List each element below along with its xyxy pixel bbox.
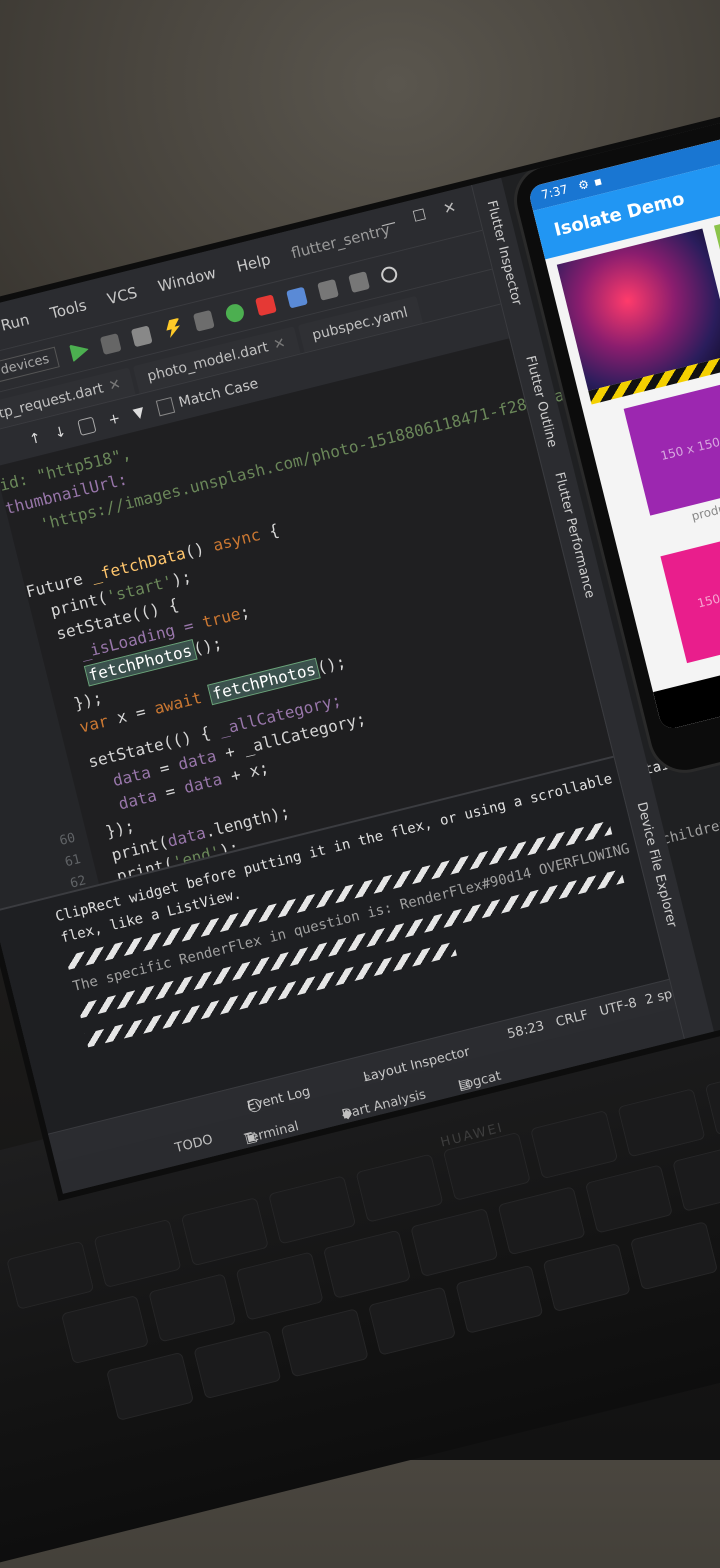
close-button[interactable]: ✕ (441, 198, 458, 219)
avd-manager-icon[interactable] (348, 270, 371, 293)
code-token: = (148, 755, 181, 781)
code-token: true (200, 604, 243, 632)
key (355, 1153, 444, 1223)
menu-run[interactable]: Run (0, 310, 31, 334)
notification-icon: ▪ (592, 173, 604, 190)
key (497, 1186, 586, 1256)
code-token: ); (170, 566, 194, 590)
code-token-highlighted: fetchPhotos (207, 656, 321, 707)
key (704, 1066, 720, 1136)
add-selection-icon[interactable]: + (107, 410, 122, 428)
line-number: 61 (63, 851, 83, 871)
menu-window[interactable]: Window (156, 264, 218, 296)
key (672, 1142, 720, 1212)
arrow-down-icon[interactable]: ↓ (53, 423, 68, 441)
code-token: async (210, 524, 263, 555)
key (455, 1264, 544, 1334)
code-token: { (257, 520, 281, 544)
key (367, 1286, 457, 1356)
key (268, 1175, 357, 1245)
sdk-manager-icon[interactable] (317, 278, 340, 301)
code-token: await (152, 687, 204, 718)
code-token: data (181, 769, 224, 798)
gear-icon: ⚙ (576, 176, 591, 194)
key (629, 1221, 719, 1291)
clock: 7:37 (539, 182, 570, 203)
key (584, 1164, 674, 1234)
key (148, 1273, 237, 1343)
key (617, 1088, 706, 1158)
key (235, 1251, 324, 1321)
menu-tools[interactable]: Tools (48, 296, 88, 322)
hot-reload-icon[interactable] (162, 317, 184, 339)
arrow-up-icon[interactable]: ↑ (28, 429, 43, 447)
key (280, 1308, 369, 1378)
code-token: (); (315, 651, 348, 678)
close-icon[interactable]: ✕ (107, 376, 122, 394)
product-tile[interactable]: 150 x 150 (623, 382, 720, 516)
search-icon[interactable] (379, 264, 400, 284)
file-encoding[interactable]: UTF-8 (598, 996, 638, 1020)
line-number: 60 (58, 830, 77, 849)
close-icon[interactable]: ✕ (272, 335, 287, 353)
debug-icon[interactable] (100, 332, 122, 355)
key (530, 1109, 619, 1180)
maximize-button[interactable]: ☐ (411, 205, 428, 226)
key (322, 1229, 412, 1299)
android-icon[interactable] (224, 301, 247, 324)
key (180, 1197, 269, 1267)
code-token: .length); (202, 801, 292, 842)
code-token: () (182, 536, 216, 562)
key (542, 1242, 631, 1313)
code-token: x = (105, 699, 157, 730)
minimize-button[interactable]: — (379, 213, 398, 234)
run-icon[interactable] (69, 340, 91, 362)
menu-help[interactable]: Help (235, 250, 273, 276)
code-token: (); (191, 633, 224, 659)
code-token: = (153, 778, 187, 805)
menu-vcs[interactable]: VCS (105, 283, 139, 308)
key (6, 1240, 95, 1310)
key (410, 1207, 499, 1278)
key (93, 1218, 182, 1289)
cursor-position[interactable]: 58:23 (506, 1019, 546, 1043)
phone-icon[interactable] (193, 309, 216, 332)
match-case-checkbox[interactable] (155, 396, 176, 416)
product-tile[interactable]: 150 x 150 (660, 529, 720, 664)
key (105, 1351, 195, 1422)
devices-icon[interactable] (286, 286, 309, 308)
key (193, 1329, 282, 1400)
stop-icon[interactable] (255, 293, 278, 316)
key (60, 1294, 150, 1365)
filter-icon[interactable]: ▼ (132, 404, 146, 422)
profile-icon[interactable] (131, 324, 154, 347)
select-all-occurrences-icon[interactable] (77, 415, 97, 436)
tab-todo[interactable]: TODO (174, 1132, 215, 1156)
code-token: data (176, 746, 219, 774)
line-separator[interactable]: CRLF (554, 1008, 589, 1031)
